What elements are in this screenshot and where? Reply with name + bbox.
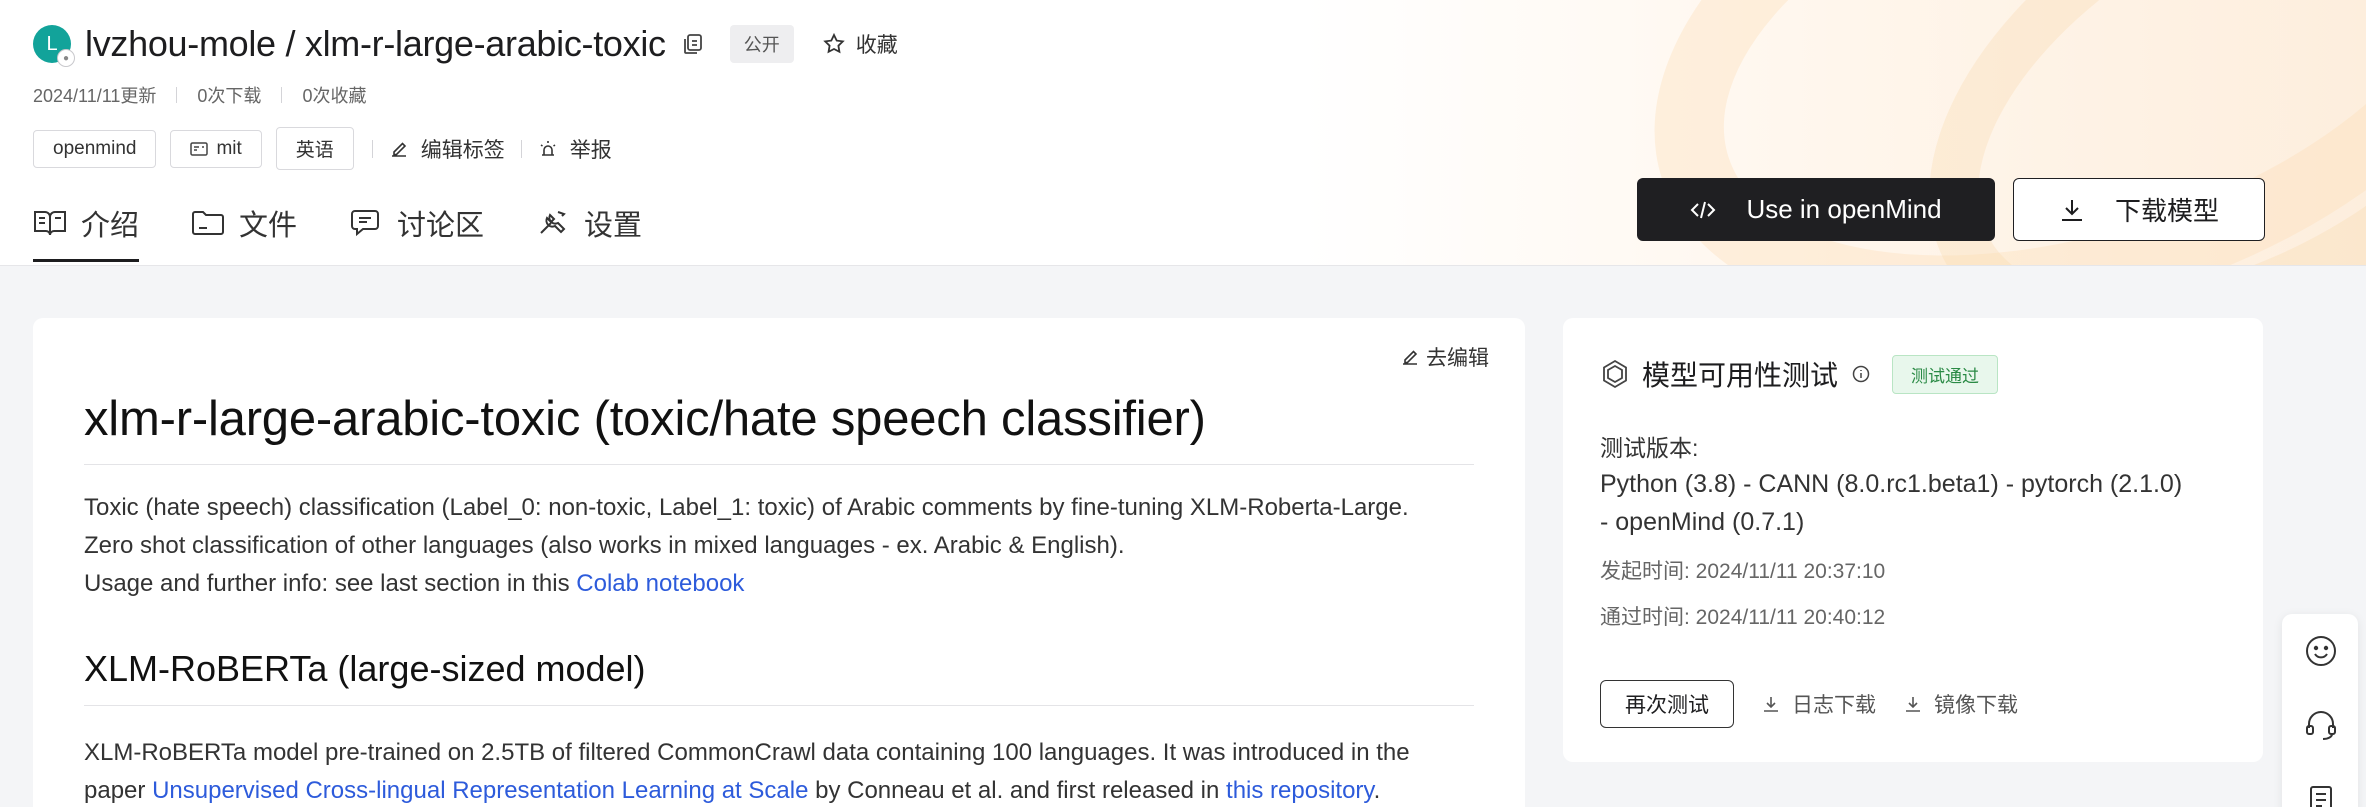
alarm-icon	[540, 140, 556, 156]
use-in-openmind-button[interactable]: Use in openMind	[1637, 178, 1995, 241]
go-edit-label: 去编辑	[1426, 347, 1489, 370]
divider	[281, 87, 283, 103]
start-time: 发起时间: 2024/11/11 20:37:10	[1600, 560, 1886, 583]
repo-title-row: L ● lvzhou-mole / xlm-r-large-arabic-tox…	[33, 23, 898, 67]
repo-owner-link[interactable]: lvzhou-mole	[85, 23, 276, 64]
repo-tabs: 介绍 文件 讨论区 设置	[33, 196, 694, 265]
download-icon	[1906, 697, 1920, 712]
readme-intro: Toxic (hate speech) classification (Labe…	[84, 489, 1474, 603]
image-download-label: 镜像下载	[1934, 694, 2018, 717]
tools-icon	[540, 211, 566, 234]
tab-intro[interactable]: 介绍	[33, 196, 140, 262]
copy-icon[interactable]	[682, 33, 704, 55]
tag-label: 英语	[295, 140, 334, 161]
availability-header: 模型可用性测试 测试通过	[1600, 354, 1999, 394]
intro-line: Toxic (hate speech) classification (Labe…	[84, 494, 1409, 521]
tag-chip-language[interactable]: 英语	[275, 127, 354, 170]
edit-icon	[1403, 350, 1418, 365]
divider	[371, 139, 373, 158]
favorite-label: 收藏	[855, 34, 898, 57]
download-count: 0次下载	[197, 86, 262, 106]
log-download-label: 日志下载	[1792, 694, 1876, 717]
report-label: 举报	[569, 138, 612, 162]
tab-label: 介绍	[81, 210, 140, 242]
download-model-button[interactable]: 下载模型	[2013, 178, 2265, 241]
tab-files[interactable]: 文件	[191, 196, 297, 250]
favorite-count: 0次收藏	[302, 86, 367, 106]
edit-tags-label: 编辑标签	[420, 138, 505, 162]
tag-row: openmind mit 英语 编辑标签 举报	[33, 127, 612, 170]
divider	[176, 87, 178, 103]
user-badge-icon: ●	[57, 49, 75, 67]
availability-title: 模型可用性测试	[1642, 360, 1839, 391]
colab-notebook-link[interactable]: Colab notebook	[576, 570, 744, 597]
favorite-button[interactable]: 收藏	[822, 29, 898, 59]
tab-label: 讨论区	[397, 210, 485, 242]
readme-section-heading: XLM-RoBERTa (large-sized model)	[84, 647, 1474, 706]
tag-label: mit	[216, 137, 242, 159]
version-line: Python (3.8) - CANN (8.0.rc1.beta1) - py…	[1600, 470, 2183, 498]
version-line: - openMind (0.7.1)	[1600, 508, 1805, 536]
readme-card: 去编辑 xlm-r-large-arabic-toxic (toxic/hate…	[33, 318, 1525, 807]
tag-chip-openmind[interactable]: openmind	[33, 129, 157, 168]
log-download-button[interactable]: 日志下载	[1762, 689, 1876, 719]
folder-icon	[192, 211, 225, 235]
repo-header: L ● lvzhou-mole / xlm-r-large-arabic-tox…	[0, 0, 2366, 266]
hexagon-icon	[1603, 359, 1627, 389]
download-icon	[1764, 697, 1778, 712]
paragraph-text: .	[1373, 777, 1381, 804]
download-icon	[2061, 199, 2082, 221]
use-in-label: Use in openMind	[1746, 194, 1942, 224]
paragraph-text: by Conneau et al. and first released in	[808, 777, 1227, 804]
status-badge: 测试通过	[1892, 354, 1999, 394]
repo-full-name: lvzhou-mole / xlm-r-large-arabic-toxic	[85, 23, 666, 65]
availability-details: 测试版本: Python (3.8) - CANN (8.0.rc1.beta1…	[1600, 431, 2240, 633]
paragraph-text: XLM-RoBERTa model pre-trained on 2.5TB o…	[84, 739, 1410, 766]
retest-button[interactable]: 再次测试	[1600, 680, 1734, 728]
document-icon[interactable]	[2304, 784, 2338, 807]
readme-content: xlm-r-large-arabic-toxic (toxic/hate spe…	[84, 388, 1474, 807]
chat-icon	[351, 210, 380, 237]
report-button[interactable]: 举报	[538, 134, 612, 164]
tab-label: 文件	[239, 210, 298, 242]
floating-toolbar	[2282, 614, 2358, 807]
star-icon	[822, 32, 845, 54]
visibility-badge: 公开	[729, 25, 794, 63]
edit-icon	[391, 141, 406, 157]
book-icon	[34, 211, 66, 236]
readme-title: xlm-r-large-arabic-toxic (toxic/hate spe…	[84, 388, 1474, 465]
availability-actions: 再次测试 日志下载 镜像下载	[1600, 680, 2046, 728]
tag-chip-license[interactable]: mit	[170, 129, 262, 168]
intro-line: Usage and further info: see last section…	[84, 570, 577, 597]
download-model-label: 下载模型	[2114, 196, 2219, 226]
edit-tags-button[interactable]: 编辑标签	[389, 134, 505, 164]
paragraph-text: paper	[84, 777, 153, 804]
paper-link[interactable]: Unsupervised Cross-lingual Representatio…	[152, 777, 808, 804]
info-icon[interactable]	[1852, 365, 1870, 383]
avatar-letter: L	[46, 32, 58, 55]
license-icon	[190, 141, 209, 156]
repository-link[interactable]: this repository	[1226, 777, 1374, 804]
divider	[520, 139, 522, 158]
code-icon	[1691, 201, 1716, 218]
readme-paragraph: XLM-RoBERTa model pre-trained on 2.5TB o…	[84, 734, 1474, 807]
version-label: 测试版本:	[1600, 435, 1699, 461]
owner-avatar[interactable]: L ●	[33, 25, 75, 67]
repo-slash: /	[285, 23, 296, 64]
go-edit-button[interactable]: 去编辑	[1400, 342, 1489, 372]
intro-line: Zero shot classification of other langua…	[84, 532, 1125, 559]
smiley-icon[interactable]	[2304, 634, 2338, 668]
updated-date: 2024/11/11更新	[33, 86, 157, 106]
tab-label: 设置	[584, 210, 643, 242]
tab-settings[interactable]: 设置	[536, 196, 642, 250]
repo-meta: 2024/11/11更新 0次下载 0次收藏	[33, 82, 366, 108]
image-download-button[interactable]: 镜像下载	[1904, 689, 2018, 719]
headset-icon[interactable]	[2304, 708, 2338, 742]
availability-card: 模型可用性测试 测试通过 测试版本: Python (3.8) - CANN (…	[1563, 318, 2263, 762]
pass-time: 通过时间: 2024/11/11 20:40:12	[1600, 606, 1886, 629]
repo-name: xlm-r-large-arabic-toxic	[304, 23, 666, 64]
tag-label: openmind	[53, 137, 137, 159]
tab-discussion[interactable]: 讨论区	[349, 196, 484, 250]
